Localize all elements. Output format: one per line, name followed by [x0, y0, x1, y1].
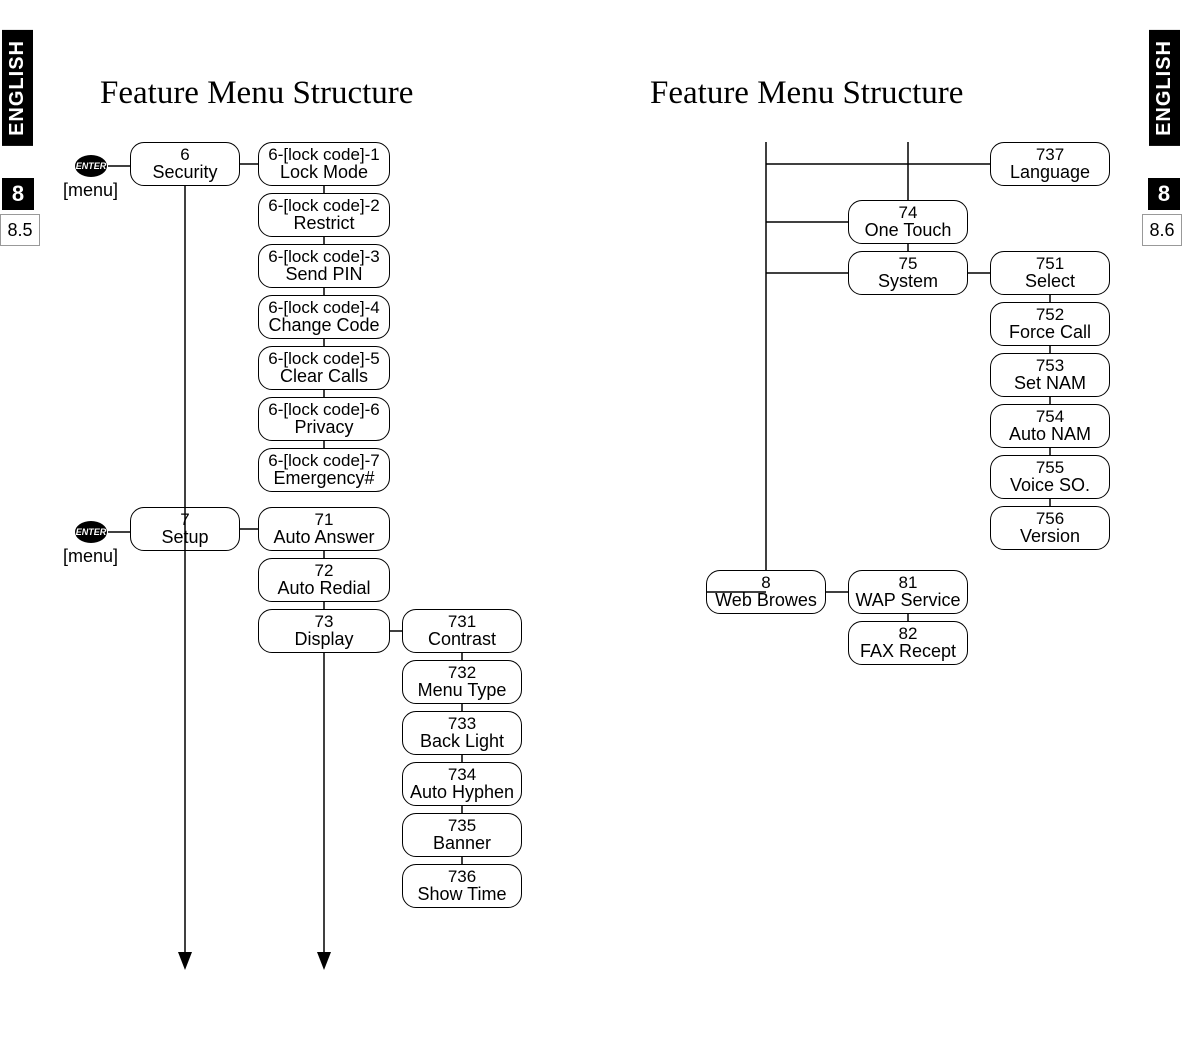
- node-force-call: 752Force Call: [990, 302, 1110, 346]
- node-setup: 7 Setup: [130, 507, 240, 551]
- node-fax-recept: 82FAX Recept: [848, 621, 968, 665]
- node-banner: 735Banner: [402, 813, 522, 857]
- node-emergency: 6-[lock code]-7Emergency#: [258, 448, 390, 492]
- page-spread: ENGLISH 8 8.5 ENGLISH 8 8.6 Feature Menu…: [0, 0, 1182, 1046]
- node-lock-mode: 6-[lock code]-1Lock Mode: [258, 142, 390, 186]
- enter-icon: ENTER: [75, 155, 107, 177]
- node-select: 751Select: [990, 251, 1110, 295]
- left-chapter-tab: 8: [2, 178, 34, 210]
- node-voice-so: 755Voice SO.: [990, 455, 1110, 499]
- right-page-tab: 8.6: [1142, 214, 1182, 246]
- node-auto-hyphen: 734Auto Hyphen: [402, 762, 522, 806]
- menu-label: [menu]: [63, 180, 118, 201]
- node-language: 737Language: [990, 142, 1110, 186]
- node-security: 6 Security: [130, 142, 240, 186]
- right-heading: Feature Menu Structure: [650, 75, 963, 112]
- enter-icon: ENTER: [75, 521, 107, 543]
- left-heading: Feature Menu Structure: [100, 75, 413, 112]
- node-clear-calls: 6-[lock code]-5Clear Calls: [258, 346, 390, 390]
- node-auto-redial: 72Auto Redial: [258, 558, 390, 602]
- node-auto-answer: 71Auto Answer: [258, 507, 390, 551]
- node-send-pin: 6-[lock code]-3Send PIN: [258, 244, 390, 288]
- node-web-browes: 8Web Browes: [706, 570, 826, 614]
- left-page-tab: 8.5: [0, 214, 40, 246]
- node-menu-type: 732Menu Type: [402, 660, 522, 704]
- node-system: 75System: [848, 251, 968, 295]
- node-version: 756Version: [990, 506, 1110, 550]
- right-chapter-tab: 8: [1148, 178, 1180, 210]
- node-show-time: 736Show Time: [402, 864, 522, 908]
- menu-label: [menu]: [63, 546, 118, 567]
- left-lang-tab: ENGLISH: [2, 30, 33, 146]
- node-one-touch: 74One Touch: [848, 200, 968, 244]
- node-privacy: 6-[lock code]-6Privacy: [258, 397, 390, 441]
- node-change-code: 6-[lock code]-4Change Code: [258, 295, 390, 339]
- node-restrict: 6-[lock code]-2Restrict: [258, 193, 390, 237]
- node-display: 73Display: [258, 609, 390, 653]
- node-auto-nam: 754Auto NAM: [990, 404, 1110, 448]
- node-label: Security: [152, 163, 217, 182]
- node-back-light: 733Back Light: [402, 711, 522, 755]
- right-lang-tab: ENGLISH: [1149, 30, 1180, 146]
- node-code: 6: [180, 146, 189, 164]
- node-set-nam: 753Set NAM: [990, 353, 1110, 397]
- node-contrast: 731Contrast: [402, 609, 522, 653]
- node-wap-service: 81WAP Service: [848, 570, 968, 614]
